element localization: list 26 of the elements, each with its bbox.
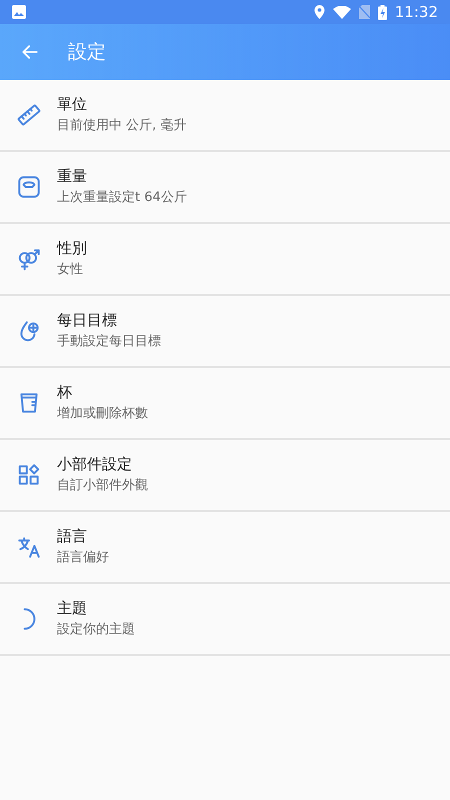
item-title: 重量 [57,166,88,186]
item-subtitle: 設定你的主題 [57,621,135,639]
location-icon [314,5,325,19]
item-subtitle: 手動設定每日目標 [57,333,161,351]
no-sim-icon [358,5,370,19]
item-title: 語言 [57,526,88,546]
item-title: 小部件設定 [57,454,133,474]
item-title: 杯 [57,382,73,402]
item-title: 主題 [57,598,88,618]
back-arrow-icon [20,42,40,62]
image-icon [12,5,26,19]
item-title: 性別 [57,238,87,258]
item-subtitle: 目前使用中 公斤, 毫升 [57,117,186,135]
item-subtitle: 增加或刪除杯數 [57,405,148,423]
item-subtitle: 女性 [57,261,84,279]
battery-charging-icon [378,4,387,20]
item-title: 每日目標 [57,310,118,330]
item-subtitle: 語言偏好 [57,549,109,567]
scale-icon [16,174,42,200]
item-title: 單位 [57,94,88,114]
wifi-icon [332,6,351,18]
item-subtitle: 自訂小部件外觀 [57,477,148,495]
item-subtitle: 上次重量設定t 64公斤 [57,189,187,207]
ruler-icon [16,102,42,128]
clock-time: 11:32 [394,2,438,23]
screen-title: 設定 [68,40,106,65]
